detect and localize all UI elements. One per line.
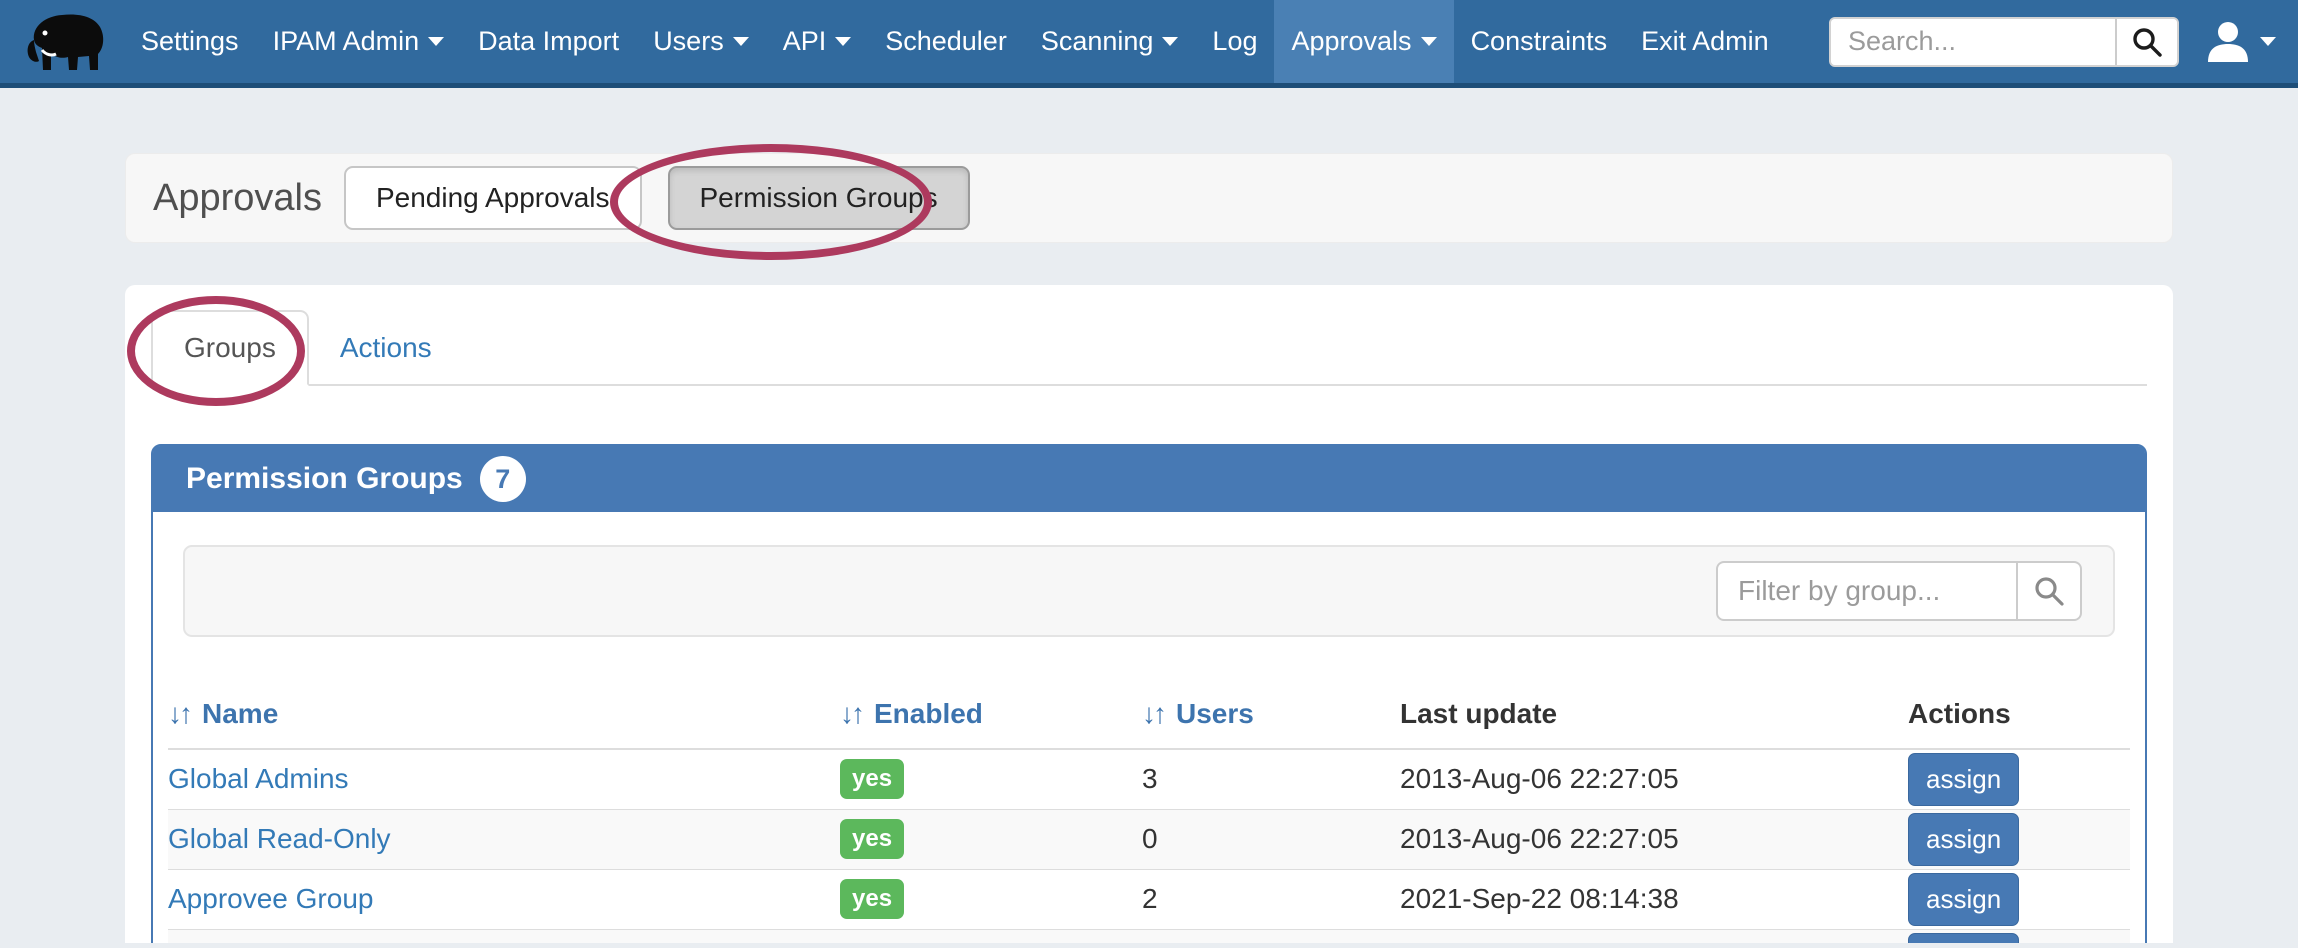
caret-down-icon xyxy=(428,37,444,46)
table-row: Global Read-Only yes 0 2013-Aug-06 22:27… xyxy=(168,809,2130,869)
panel-header: Permission Groups 7 xyxy=(153,446,2145,512)
last-update xyxy=(1400,929,1908,943)
assign-button[interactable]: assign xyxy=(1908,873,2019,926)
page-title: Approvals xyxy=(153,177,322,220)
user-icon xyxy=(2205,21,2251,63)
filter-group xyxy=(1716,561,2082,621)
nav-item-label: Exit Admin xyxy=(1641,26,1769,57)
sort-icon[interactable]: ↓↑ xyxy=(1142,698,1164,729)
nav-item-label: Scanning xyxy=(1041,26,1154,57)
assign-button[interactable]: assign xyxy=(1908,813,2019,866)
assign-button[interactable]: assign xyxy=(1908,933,2019,943)
enabled-badge: yes xyxy=(840,759,904,799)
nav-item-label: API xyxy=(783,26,827,57)
header-buttons: Pending Approvals Permission Groups xyxy=(344,166,970,230)
group-name-link[interactable]: Global Admins xyxy=(168,763,349,794)
column-label: Users xyxy=(1176,698,1254,729)
table-row: Approvee Group yes 2 2021-Sep-22 08:14:3… xyxy=(168,869,2130,929)
caret-down-icon xyxy=(733,37,749,46)
nav-item-label: Log xyxy=(1212,26,1257,57)
caret-down-icon xyxy=(2260,37,2276,46)
nav-item[interactable]: Approvals xyxy=(1274,0,1453,83)
users-count: 3 xyxy=(1142,749,1400,809)
nav-item-label: Scheduler xyxy=(885,26,1007,57)
nav-menu: Settings IPAM Admin Data Import Users AP… xyxy=(124,0,1786,83)
nav-item[interactable]: Users xyxy=(636,0,766,83)
filter-well xyxy=(183,545,2115,637)
nav-item-label: Settings xyxy=(141,26,239,57)
search-button[interactable] xyxy=(2115,19,2177,65)
sort-icon[interactable]: ↓↑ xyxy=(168,698,190,729)
nav-item[interactable]: Scheduler xyxy=(868,0,1024,83)
navbar-search xyxy=(1829,0,2179,83)
column-label: Enabled xyxy=(874,698,983,729)
permission-groups-table: ↓↑ Name ↓↑ Enabled ↓↑ Users xyxy=(168,682,2130,943)
nav-item-label: Data Import xyxy=(478,26,619,57)
nav-item[interactable]: Exit Admin xyxy=(1624,0,1786,83)
table-row: Global Admins yes 3 2013-Aug-06 22:27:05… xyxy=(168,749,2130,809)
last-update: 2013-Aug-06 22:27:05 xyxy=(1400,749,1908,809)
group-name-link[interactable]: Approvee Group xyxy=(168,883,373,914)
search-input[interactable] xyxy=(1831,19,2115,65)
search-icon xyxy=(2130,25,2164,59)
nav-item-label: Users xyxy=(653,26,724,57)
header-section-button[interactable]: Pending Approvals xyxy=(344,166,642,230)
tab-bar: Groups Actions xyxy=(151,310,2147,386)
last-update: 2021-Sep-22 08:14:38 xyxy=(1400,869,1908,929)
nav-item-label: IPAM Admin xyxy=(273,26,420,57)
users-count: 0 xyxy=(1142,809,1400,869)
table-header-row: ↓↑ Name ↓↑ Enabled ↓↑ Users xyxy=(168,682,2130,749)
caret-down-icon xyxy=(1421,37,1437,46)
permission-groups-panel: Permission Groups 7 xyxy=(151,444,2147,943)
mammoth-icon xyxy=(22,6,114,78)
column-header[interactable]: ↓↑ Name xyxy=(168,682,840,749)
header-section-button[interactable]: Permission Groups xyxy=(668,166,970,230)
caret-down-icon xyxy=(1162,37,1178,46)
sort-icon[interactable]: ↓↑ xyxy=(840,698,862,729)
search-icon xyxy=(2032,574,2066,608)
panel-title: Permission Groups xyxy=(186,462,463,496)
nav-item-label: Approvals xyxy=(1291,26,1411,57)
filter-input[interactable] xyxy=(1716,561,2018,621)
phpipam-mammoth-logo-icon[interactable] xyxy=(18,0,118,83)
column-label: Name xyxy=(202,698,278,729)
group-name-link[interactable]: Global Read-Only xyxy=(168,823,391,854)
nav-item[interactable]: Constraints xyxy=(1454,0,1625,83)
nav-item[interactable]: Settings xyxy=(124,0,256,83)
enabled-badge: yes xyxy=(840,819,904,859)
top-navbar: Settings IPAM Admin Data Import Users AP… xyxy=(0,0,2298,88)
users-count: 2 xyxy=(1142,869,1400,929)
assign-button[interactable]: assign xyxy=(1908,753,2019,806)
filter-search-button[interactable] xyxy=(2018,561,2082,621)
column-header: Last update xyxy=(1400,682,1908,749)
nav-item[interactable]: Log xyxy=(1195,0,1274,83)
column-label: Actions xyxy=(1908,698,2011,729)
caret-down-icon xyxy=(835,37,851,46)
search-group xyxy=(1829,17,2179,67)
users-count xyxy=(1142,929,1400,943)
nav-item[interactable]: API xyxy=(766,0,869,83)
panel-body: ↓↑ Name ↓↑ Enabled ↓↑ Users xyxy=(153,512,2145,943)
column-label: Last update xyxy=(1400,698,1557,729)
user-menu[interactable] xyxy=(2205,0,2276,83)
table-row: assign xyxy=(168,929,2130,943)
nav-item[interactable]: IPAM Admin xyxy=(256,0,462,83)
page-content: Approvals Pending Approvals Permission G… xyxy=(0,88,2298,943)
last-update: 2013-Aug-06 22:27:05 xyxy=(1400,809,1908,869)
column-header[interactable]: ↓↑ Enabled xyxy=(840,682,1142,749)
nav-item-label: Constraints xyxy=(1471,26,1608,57)
nav-item[interactable]: Data Import xyxy=(461,0,636,83)
tab[interactable]: Groups xyxy=(151,310,309,386)
column-header: Actions xyxy=(1908,682,2130,749)
column-header[interactable]: ↓↑ Users xyxy=(1142,682,1400,749)
tab[interactable]: Actions xyxy=(309,310,463,386)
count-badge: 7 xyxy=(480,456,526,502)
content-card: Groups Actions Permission Groups 7 xyxy=(125,285,2173,943)
approvals-header-strip: Approvals Pending Approvals Permission G… xyxy=(125,153,2173,243)
enabled-badge: yes xyxy=(840,879,904,919)
nav-item[interactable]: Scanning xyxy=(1024,0,1196,83)
